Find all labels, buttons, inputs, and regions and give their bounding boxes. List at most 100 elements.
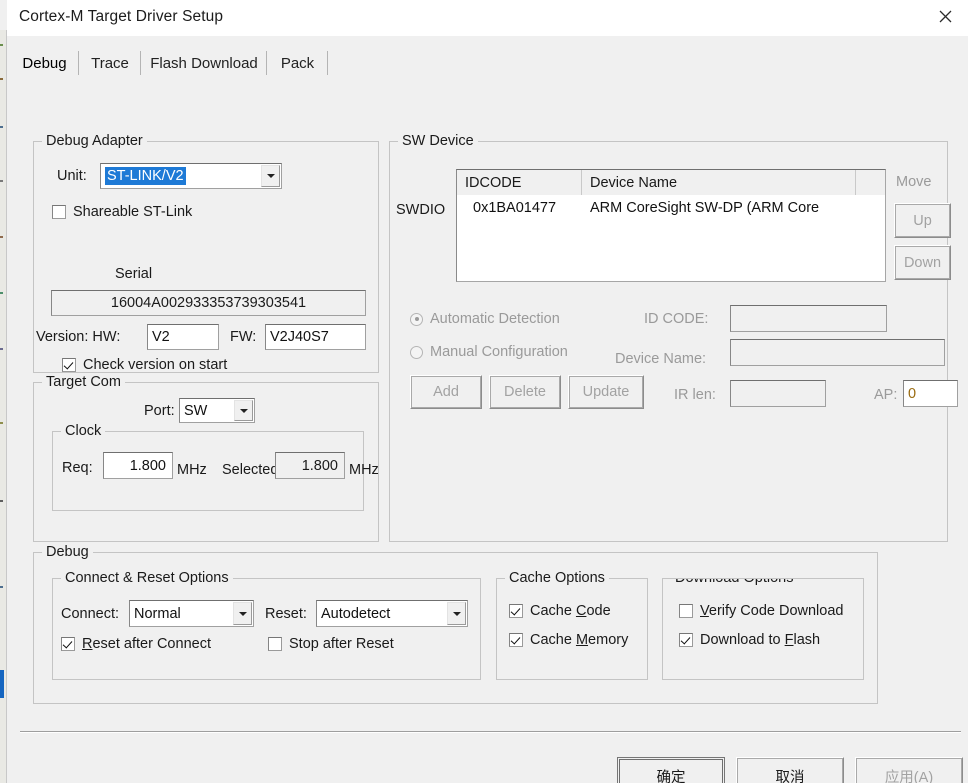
column-header-device-name[interactable]: Device Name: [582, 170, 856, 195]
device-name-label: Device Name:: [615, 351, 706, 367]
req-clock-field[interactable]: 1.800: [103, 452, 173, 479]
connect-label: Connect:: [61, 606, 119, 622]
cancel-label: 取消: [776, 766, 805, 783]
dialog-window: Cortex-M Target Driver Setup Debug Trace…: [7, 0, 968, 783]
stop-after-reset-label: Stop after Reset: [289, 636, 394, 652]
chevron-down-icon[interactable]: [447, 602, 466, 625]
id-code-label: ID CODE:: [644, 311, 708, 327]
device-list[interactable]: IDCODE Device Name 0x1BA01477 ARM CoreSi…: [456, 169, 886, 282]
req-clock-unit: MHz: [177, 462, 207, 478]
apply-label: 应用(A): [885, 766, 933, 783]
column-header-extra[interactable]: [856, 170, 885, 195]
delete-button[interactable]: Delete: [489, 375, 561, 409]
checkbox-box: [268, 637, 282, 651]
reset-combobox[interactable]: Autodetect: [316, 600, 468, 627]
fw-label: FW:: [230, 329, 256, 345]
download-options-group: Download Options Verify Code Download Do…: [662, 578, 864, 680]
tab-trace-label: Trace: [91, 55, 129, 72]
device-name-field[interactable]: [730, 339, 945, 366]
reset-after-connect-label: Reset after Connect: [82, 636, 211, 652]
add-label: Add: [433, 384, 459, 400]
unit-combobox-value: ST-LINK/V2: [105, 167, 186, 185]
chevron-down-icon[interactable]: [261, 165, 280, 187]
req-label: Req:: [62, 460, 93, 476]
ir-len-field[interactable]: [730, 380, 826, 407]
hw-version-field[interactable]: V2: [147, 324, 219, 350]
cell-device-name: ARM CoreSight SW-DP (ARM Core: [582, 195, 882, 221]
download-to-flash-checkbox[interactable]: Download to Flash: [679, 632, 820, 648]
checkbox-box: [509, 604, 523, 618]
table-row[interactable]: 0x1BA01477 ARM CoreSight SW-DP (ARM Core: [457, 195, 885, 221]
debug-adapter-legend: Debug Adapter: [42, 133, 147, 149]
selected-label: Selected:: [222, 462, 282, 478]
ap-label: AP:: [874, 387, 897, 403]
selected-clock-field: 1.800: [275, 452, 345, 479]
footer-separator-highlight: [20, 732, 961, 733]
chevron-down-icon[interactable]: [234, 400, 253, 421]
cancel-button[interactable]: 取消: [736, 757, 844, 783]
checkbox-box: [52, 205, 66, 219]
unit-combobox[interactable]: ST-LINK/V2: [100, 163, 282, 189]
target-com-legend: Target Com: [42, 374, 125, 390]
automatic-detection-radio[interactable]: Automatic Detection: [410, 311, 560, 327]
tab-pack[interactable]: Pack: [267, 48, 328, 78]
dialog-client-area: Debug Trace Flash Download Pack Debug Ad…: [7, 36, 968, 783]
move-up-button[interactable]: Up: [894, 203, 951, 238]
apply-button[interactable]: 应用(A): [855, 757, 963, 783]
download-to-flash-label: Download to Flash: [700, 632, 820, 648]
manual-configuration-radio[interactable]: Manual Configuration: [410, 344, 568, 360]
swdio-label: SWDIO: [396, 202, 445, 218]
move-label: Move: [896, 174, 931, 190]
ap-field[interactable]: 0: [903, 380, 958, 407]
move-up-label: Up: [913, 213, 932, 229]
tab-debug-label: Debug: [22, 55, 66, 72]
download-options-legend: Download Options: [671, 578, 798, 586]
column-header-idcode[interactable]: IDCODE: [457, 170, 582, 195]
accel-char: A: [919, 770, 929, 783]
selected-clock-unit: MHz: [349, 462, 379, 478]
check-version-on-start-checkbox[interactable]: Check version on start: [62, 357, 227, 373]
fw-version-field[interactable]: V2J40S7: [265, 324, 366, 350]
close-icon[interactable]: [922, 0, 968, 32]
sw-device-legend: SW Device: [398, 133, 478, 149]
reset-after-connect-checkbox[interactable]: Reset after Connect: [61, 636, 211, 652]
device-list-header: IDCODE Device Name: [457, 170, 885, 195]
tab-separator: [327, 51, 328, 75]
move-down-button[interactable]: Down: [894, 245, 951, 280]
serial-field: 16004A002933353739303541: [51, 290, 366, 316]
connect-reset-options-group: Connect & Reset Options Connect: Normal …: [52, 578, 481, 680]
verify-code-download-checkbox[interactable]: Verify Code Download: [679, 603, 843, 619]
connect-combobox[interactable]: Normal: [129, 600, 254, 627]
update-button[interactable]: Update: [568, 375, 644, 409]
shareable-st-link-checkbox[interactable]: Shareable ST-Link: [52, 204, 192, 220]
ap-value: 0: [908, 386, 916, 402]
cache-code-label: Cache Code: [530, 603, 611, 619]
checkbox-box: [62, 358, 76, 372]
add-button[interactable]: Add: [410, 375, 482, 409]
chevron-down-icon[interactable]: [233, 602, 252, 625]
tab-debug[interactable]: Debug: [10, 48, 79, 78]
verify-code-download-label: Verify Code Download: [700, 603, 843, 619]
cache-code-checkbox[interactable]: Cache Code: [509, 603, 611, 619]
cell-idcode: 0x1BA01477: [457, 195, 582, 221]
stop-after-reset-checkbox[interactable]: Stop after Reset: [268, 636, 394, 652]
checkbox-box: [679, 604, 693, 618]
version-label: Version: HW:: [36, 329, 120, 345]
serial-value: 16004A002933353739303541: [111, 295, 306, 311]
delete-label: Delete: [504, 384, 546, 400]
clock-legend: Clock: [61, 423, 105, 439]
ir-len-label: IR len:: [674, 387, 716, 403]
cache-memory-checkbox[interactable]: Cache Memory: [509, 632, 628, 648]
port-combobox[interactable]: SW: [179, 398, 255, 423]
tab-flash-download[interactable]: Flash Download: [141, 48, 267, 78]
debug-tab-page: Debug Adapter Unit: ST-LINK/V2 Shareable…: [10, 78, 965, 750]
update-label: Update: [583, 384, 630, 400]
cache-options-legend: Cache Options: [505, 570, 609, 586]
checkbox-box: [679, 633, 693, 647]
port-label: Port:: [144, 403, 175, 419]
tab-trace[interactable]: Trace: [79, 48, 141, 78]
id-code-field[interactable]: [730, 305, 887, 332]
debug-options-group: Debug Connect & Reset Options Connect: N…: [33, 552, 878, 704]
unit-label: Unit:: [57, 168, 87, 184]
ok-button[interactable]: 确定: [617, 757, 725, 783]
